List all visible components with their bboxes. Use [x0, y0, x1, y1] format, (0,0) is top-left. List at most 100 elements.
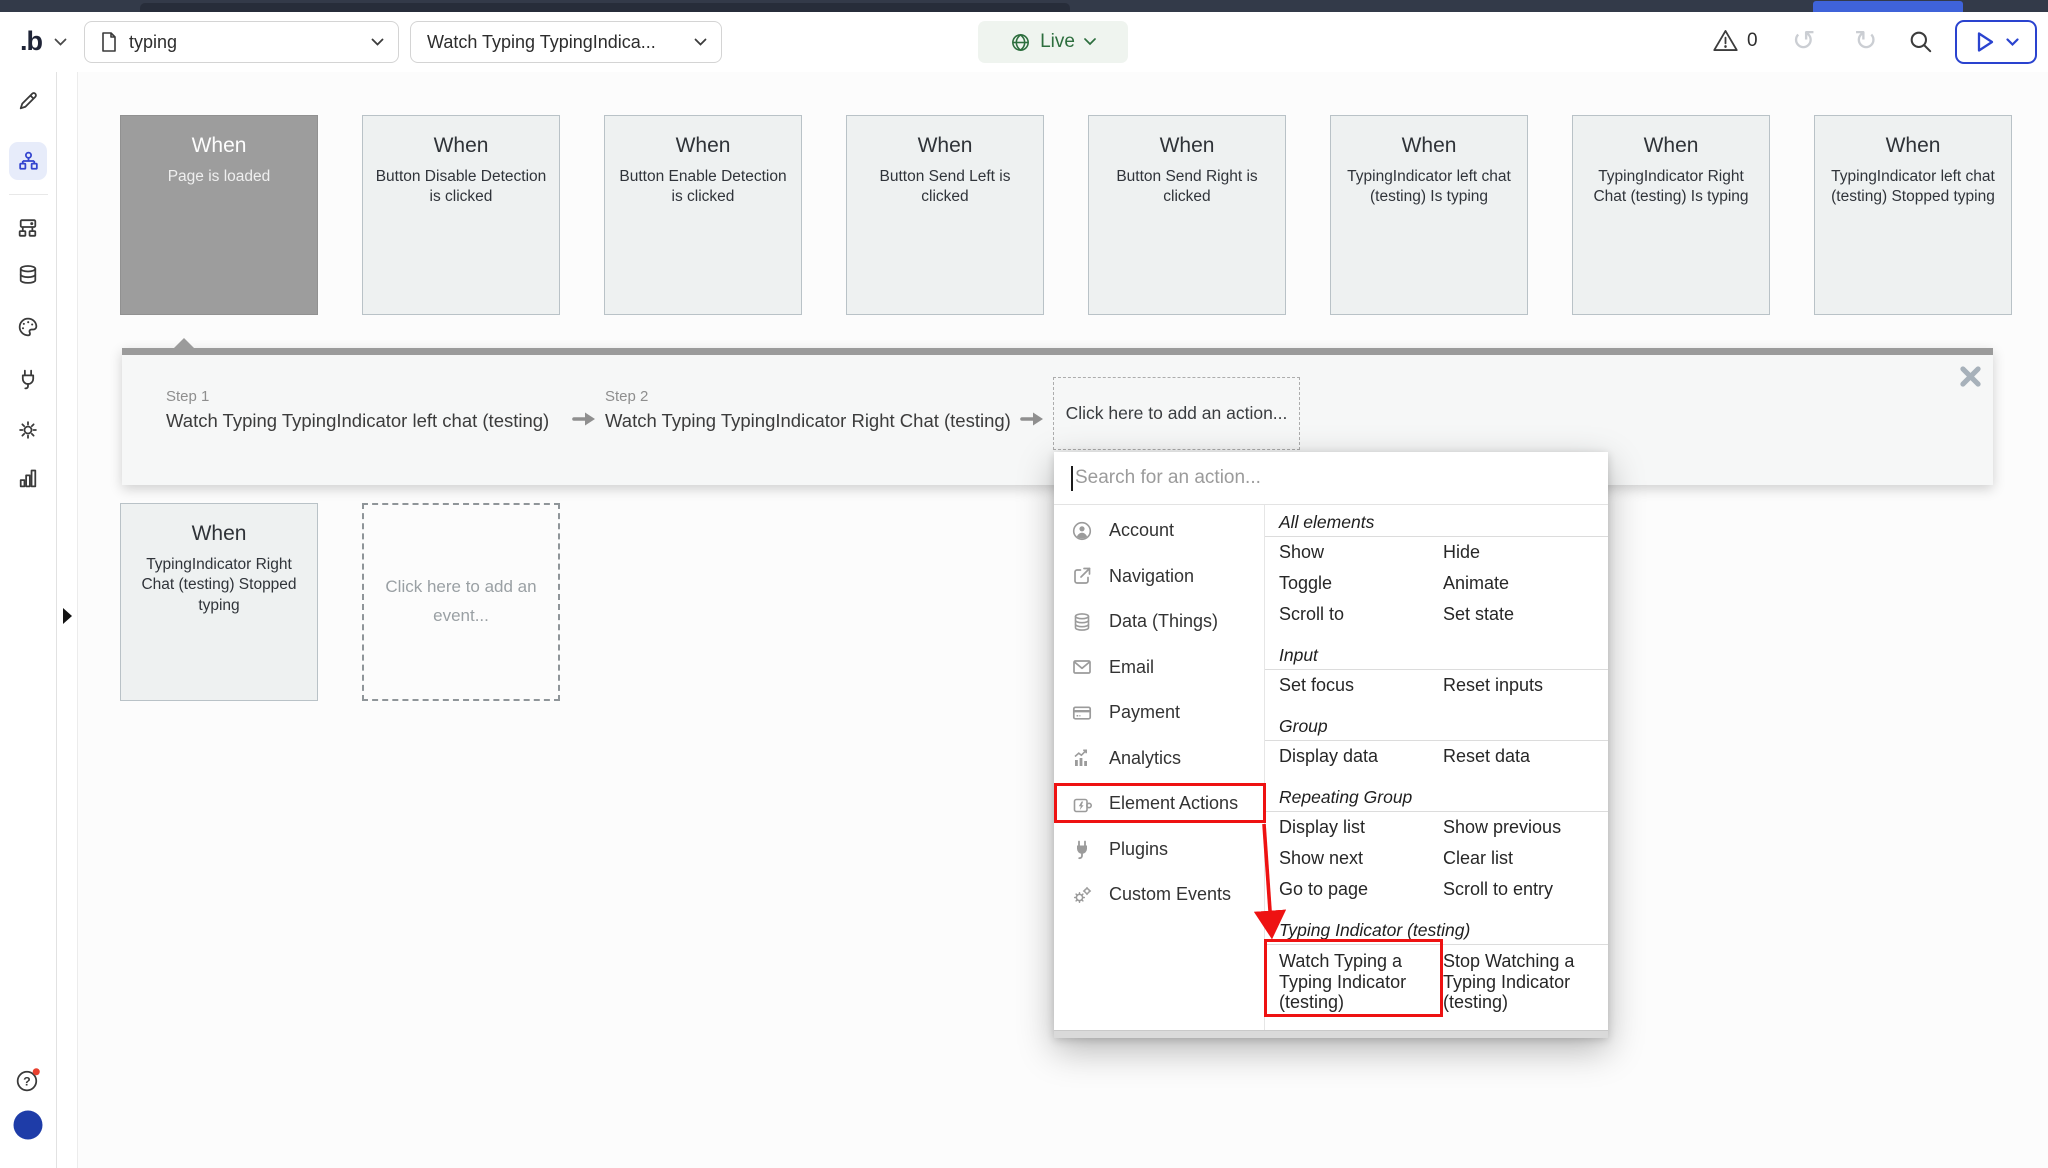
action-item[interactable]: Set focus	[1279, 675, 1443, 696]
user-avatar[interactable]	[14, 1111, 43, 1140]
event-card-body: TypingIndicator Right Chat (testing) Is …	[1573, 167, 1769, 208]
bubble-workflow-editor: .b typing Watch Typing TypingIndica... L…	[0, 0, 2048, 1168]
action-list-column: All elements Show Hide Toggle Animate Sc…	[1265, 505, 1608, 1030]
panel-top-bar	[122, 348, 1993, 355]
event-card[interactable]: When TypingIndicator Right Chat (testing…	[1572, 115, 1770, 315]
sidebar-tab-logs[interactable]	[16, 466, 41, 491]
event-card-title: When	[1089, 134, 1285, 158]
event-card-body: TypingIndicator Right Chat (testing) Sto…	[121, 555, 317, 616]
action-search-input[interactable]	[1054, 452, 1608, 504]
environment-label: Live	[1040, 31, 1075, 53]
issue-checker[interactable]: 0	[1712, 28, 1758, 53]
gear-icon	[16, 418, 41, 443]
event-card[interactable]: When Button Send Right is clicked	[1088, 115, 1286, 315]
envelope-icon	[1071, 656, 1093, 678]
step-2[interactable]: Step 2 Watch Typing TypingIndicator Righ…	[605, 388, 1011, 432]
sidebar-tab-settings[interactable]	[16, 418, 41, 443]
step-arrow-icon	[572, 410, 598, 428]
action-item[interactable]: Scroll to	[1279, 604, 1443, 625]
bar-chart-icon	[16, 466, 41, 491]
action-item[interactable]: Show	[1279, 542, 1443, 563]
category-custom-events[interactable]: Custom Events	[1054, 872, 1264, 918]
sidebar-tab-styles[interactable]	[16, 315, 41, 340]
action-item[interactable]: Set state	[1443, 604, 1608, 625]
action-item-watch-typing[interactable]: Watch Typing a Typing Indicator (testing…	[1279, 951, 1437, 1013]
collapse-handle-icon[interactable]	[63, 608, 72, 624]
action-item-stop-watching[interactable]: Stop Watching a Typing Indicator (testin…	[1443, 951, 1601, 1013]
panel-pointer	[174, 338, 194, 348]
action-item[interactable]: Scroll to entry	[1443, 879, 1608, 900]
action-item[interactable]: Go to page	[1279, 879, 1443, 900]
chevron-down-icon	[694, 38, 707, 47]
category-navigation[interactable]: Navigation	[1054, 554, 1264, 600]
category-payment[interactable]: Payment	[1054, 690, 1264, 736]
help-button[interactable]: ?	[13, 1065, 44, 1096]
event-card[interactable]: When TypingIndicator Right Chat (testing…	[120, 503, 318, 701]
event-card[interactable]: When Button Enable Detection is clicked	[604, 115, 802, 315]
sidebar-tab-design[interactable]	[16, 89, 41, 114]
search-button[interactable]	[1908, 29, 1934, 55]
chevron-down-icon	[371, 38, 384, 47]
category-email[interactable]: Email	[1054, 645, 1264, 691]
bubble-logo[interactable]: .b	[20, 26, 42, 57]
event-card-body: Button Enable Detection is clicked	[605, 167, 801, 208]
svg-text:?: ?	[23, 1075, 31, 1089]
category-element-actions[interactable]: Element Actions	[1054, 781, 1264, 827]
environment-badge[interactable]: Live	[978, 21, 1128, 63]
category-plugins[interactable]: Plugins	[1054, 827, 1264, 873]
action-item[interactable]: Hide	[1443, 542, 1608, 563]
workflow-sitemap-icon	[16, 149, 41, 174]
category-data-things[interactable]: Data (Things)	[1054, 599, 1264, 645]
popup-scroll-strip[interactable]	[1054, 1030, 1608, 1038]
category-label: Plugins	[1109, 839, 1168, 860]
action-search-row	[1054, 452, 1608, 505]
issue-count: 0	[1747, 30, 1758, 52]
sidebar-tab-data[interactable]	[16, 263, 41, 288]
action-item[interactable]: Reset data	[1443, 746, 1608, 767]
sidebar-tab-plugins[interactable]	[16, 367, 41, 392]
palette-icon	[16, 315, 41, 340]
category-analytics[interactable]: Analytics	[1054, 736, 1264, 782]
sidebar-tab-reusable-elements[interactable]	[16, 216, 41, 241]
plug-icon	[16, 367, 41, 392]
action-item[interactable]: Show previous	[1443, 817, 1608, 838]
chevron-down-icon	[2006, 38, 2019, 47]
warning-triangle-icon	[1712, 28, 1739, 53]
event-card-page-loaded[interactable]: When Page is loaded	[120, 115, 318, 315]
action-item[interactable]: Animate	[1443, 573, 1608, 594]
step-1[interactable]: Step 1 Watch Typing TypingIndicator left…	[166, 388, 549, 432]
event-card-body: TypingIndicator left chat (testing) Is t…	[1331, 167, 1527, 208]
category-label: Element Actions	[1109, 793, 1238, 814]
section-header: Group	[1265, 713, 1608, 741]
undo-button[interactable]: ↺	[1792, 24, 1815, 58]
event-card-title: When	[605, 134, 801, 158]
category-label: Account	[1109, 520, 1174, 541]
event-card[interactable]: When Button Send Left is clicked	[846, 115, 1044, 315]
redo-button[interactable]: ↻	[1854, 24, 1877, 58]
action-item[interactable]: Display list	[1279, 817, 1443, 838]
event-card[interactable]: When Button Disable Detection is clicked	[362, 115, 560, 315]
page-selector-dropdown[interactable]: typing	[84, 21, 399, 63]
add-action-placeholder[interactable]: Click here to add an action...	[1053, 377, 1300, 450]
play-icon	[1974, 30, 1996, 54]
sidebar-tab-workflow[interactable]	[9, 142, 47, 180]
action-item[interactable]: Clear list	[1443, 848, 1608, 869]
panel-close-button[interactable]	[1960, 366, 1981, 387]
preview-run-button[interactable]	[1955, 20, 2037, 64]
event-card-body: Button Disable Detection is clicked	[363, 167, 559, 208]
category-account[interactable]: Account	[1054, 508, 1264, 554]
action-item[interactable]: Display data	[1279, 746, 1443, 767]
globe-icon	[1010, 32, 1031, 53]
action-item[interactable]: Reset inputs	[1443, 675, 1608, 696]
add-event-placeholder[interactable]: Click here to add an event...	[362, 503, 560, 701]
action-item[interactable]: Toggle	[1279, 573, 1443, 594]
plug-icon	[1071, 838, 1093, 860]
event-card-title: When	[847, 134, 1043, 158]
event-card[interactable]: When TypingIndicator left chat (testing)…	[1814, 115, 2012, 315]
workflow-selector-dropdown[interactable]: Watch Typing TypingIndica...	[410, 21, 722, 63]
action-item[interactable]: Show next	[1279, 848, 1443, 869]
event-card-title: When	[121, 522, 317, 546]
event-card-title: When	[121, 134, 317, 158]
logo-chevron-down-icon[interactable]	[54, 38, 67, 47]
event-card[interactable]: When TypingIndicator left chat (testing)…	[1330, 115, 1528, 315]
